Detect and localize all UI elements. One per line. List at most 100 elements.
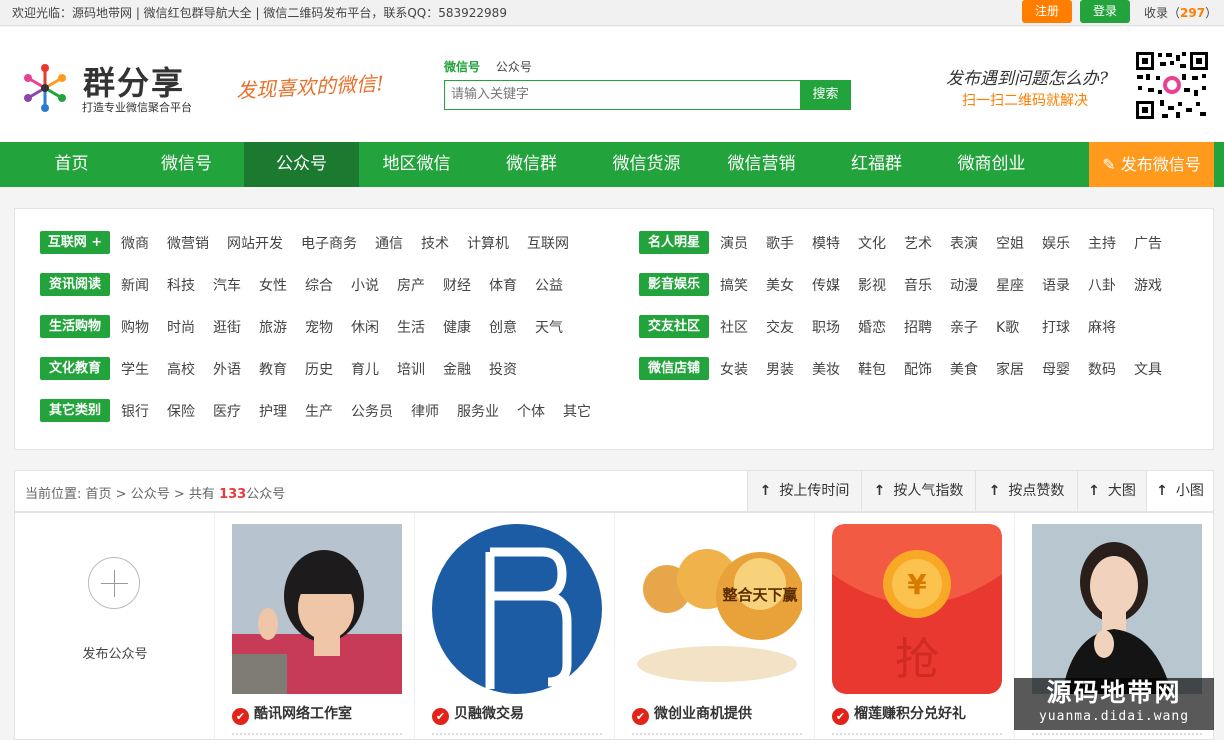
category-keyword[interactable]: 旅游: [259, 317, 287, 337]
category-tag[interactable]: 影音娱乐: [639, 273, 709, 296]
search-button[interactable]: 搜索: [800, 81, 851, 109]
category-keyword[interactable]: 创意: [489, 317, 517, 337]
login-button[interactable]: 登录: [1080, 0, 1130, 23]
nav-weixinhao[interactable]: 微信号: [129, 142, 244, 187]
category-tag[interactable]: 名人明星: [639, 231, 709, 254]
account-card[interactable]: 整合天下赢 ✔ 微创业商机提供: [615, 513, 815, 739]
nav-weixin-supply[interactable]: 微信货源: [589, 142, 704, 187]
view-large[interactable]: ↑ 大图: [1077, 471, 1146, 511]
category-keyword[interactable]: 空姐: [996, 233, 1024, 253]
category-keyword[interactable]: 技术: [421, 233, 449, 253]
nav-region-weixin[interactable]: 地区微信: [359, 142, 474, 187]
category-keyword[interactable]: 文化: [858, 233, 886, 253]
add-account-card[interactable]: 发布公众号: [15, 513, 215, 739]
category-keyword[interactable]: 影视: [858, 275, 886, 295]
category-keyword[interactable]: K歌: [996, 317, 1019, 337]
category-keyword[interactable]: 公务员: [351, 401, 393, 421]
category-tag[interactable]: 互联网 +: [40, 231, 110, 254]
category-keyword[interactable]: 广告: [1134, 233, 1162, 253]
category-keyword[interactable]: 语录: [1042, 275, 1070, 295]
category-keyword[interactable]: 宠物: [305, 317, 333, 337]
category-keyword[interactable]: 表演: [950, 233, 978, 253]
category-keyword[interactable]: 鞋包: [858, 359, 886, 379]
category-keyword[interactable]: 学生: [121, 359, 149, 379]
category-keyword[interactable]: 模特: [812, 233, 840, 253]
category-keyword[interactable]: 金融: [443, 359, 471, 379]
category-keyword[interactable]: 八卦: [1088, 275, 1116, 295]
category-keyword[interactable]: 体育: [489, 275, 517, 295]
category-keyword[interactable]: 公益: [535, 275, 563, 295]
category-keyword[interactable]: 主持: [1088, 233, 1116, 253]
nav-weixin-group[interactable]: 微信群: [474, 142, 589, 187]
category-keyword[interactable]: 培训: [397, 359, 425, 379]
category-keyword[interactable]: 小说: [351, 275, 379, 295]
breadcrumb-section[interactable]: 公众号: [131, 487, 170, 502]
category-keyword[interactable]: 新闻: [121, 275, 149, 295]
category-tag[interactable]: 文化教育: [40, 357, 110, 380]
account-card[interactable]: ¥ 抢 ✔ 榴莲赚积分兑好礼: [815, 513, 1015, 739]
category-keyword[interactable]: 保险: [167, 401, 195, 421]
category-keyword[interactable]: 育儿: [351, 359, 379, 379]
category-keyword[interactable]: 护理: [259, 401, 287, 421]
category-keyword[interactable]: 通信: [375, 233, 403, 253]
category-keyword[interactable]: 休闲: [351, 317, 379, 337]
category-keyword[interactable]: 星座: [996, 275, 1024, 295]
sort-by-upload-time[interactable]: ↑ 按上传时间: [747, 471, 861, 511]
nav-home[interactable]: 首页: [14, 142, 129, 187]
view-small[interactable]: ↑ 小图: [1146, 471, 1213, 511]
category-tag[interactable]: 生活购物: [40, 315, 110, 338]
category-keyword[interactable]: 打球: [1042, 317, 1070, 337]
search-tab-weixinhao[interactable]: 微信号: [444, 60, 480, 74]
category-keyword[interactable]: 美女: [766, 275, 794, 295]
category-keyword[interactable]: 科技: [167, 275, 195, 295]
nav-gongzhonghao[interactable]: 公众号: [244, 142, 359, 187]
category-keyword[interactable]: 购物: [121, 317, 149, 337]
category-tag[interactable]: 交友社区: [639, 315, 709, 338]
category-keyword[interactable]: 高校: [167, 359, 195, 379]
category-keyword[interactable]: 男装: [766, 359, 794, 379]
site-logo[interactable]: 群分享 打造专业微信聚合平台: [18, 62, 203, 114]
category-keyword[interactable]: 游戏: [1134, 275, 1162, 295]
category-keyword[interactable]: 天气: [535, 317, 563, 337]
category-keyword[interactable]: 招聘: [904, 317, 932, 337]
nav-weishang[interactable]: 微商创业: [934, 142, 1049, 187]
account-card[interactable]: ✔ 贝融微交易: [415, 513, 615, 739]
category-keyword[interactable]: 家居: [996, 359, 1024, 379]
category-keyword[interactable]: 音乐: [904, 275, 932, 295]
category-keyword[interactable]: 搞笑: [720, 275, 748, 295]
category-keyword[interactable]: 计算机: [467, 233, 509, 253]
category-keyword[interactable]: 美妆: [812, 359, 840, 379]
category-keyword[interactable]: 网站开发: [227, 233, 283, 253]
nav-hongfu-group[interactable]: 红福群: [819, 142, 934, 187]
category-keyword[interactable]: 时尚: [167, 317, 195, 337]
category-keyword[interactable]: 微商: [121, 233, 149, 253]
category-keyword[interactable]: 电子商务: [301, 233, 357, 253]
category-keyword[interactable]: 生活: [397, 317, 425, 337]
category-keyword[interactable]: 职场: [812, 317, 840, 337]
category-tag[interactable]: 其它类别: [40, 399, 110, 422]
category-keyword[interactable]: 麻将: [1088, 317, 1116, 337]
publish-weixin-button[interactable]: ✎ 发布微信号: [1089, 142, 1214, 187]
category-keyword[interactable]: 文具: [1134, 359, 1162, 379]
category-keyword[interactable]: 动漫: [950, 275, 978, 295]
category-keyword[interactable]: 互联网: [527, 233, 569, 253]
category-keyword[interactable]: 服务业: [457, 401, 499, 421]
category-keyword[interactable]: 微营销: [167, 233, 209, 253]
category-keyword[interactable]: 女性: [259, 275, 287, 295]
sort-by-popularity[interactable]: ↑ 按人气指数: [861, 471, 975, 511]
category-keyword[interactable]: 房产: [397, 275, 425, 295]
category-keyword[interactable]: 其它: [563, 401, 591, 421]
category-keyword[interactable]: 娱乐: [1042, 233, 1070, 253]
nav-weixin-marketing[interactable]: 微信营销: [704, 142, 819, 187]
category-tag[interactable]: 微信店铺: [639, 357, 709, 380]
category-keyword[interactable]: 交友: [766, 317, 794, 337]
category-keyword[interactable]: 汽车: [213, 275, 241, 295]
category-tag[interactable]: 资讯阅读: [40, 273, 110, 296]
category-keyword[interactable]: 逛街: [213, 317, 241, 337]
category-keyword[interactable]: 投资: [489, 359, 517, 379]
breadcrumb-home[interactable]: 首页: [86, 487, 112, 502]
search-tab-gongzhonghao[interactable]: 公众号: [496, 60, 532, 74]
category-keyword[interactable]: 财经: [443, 275, 471, 295]
category-keyword[interactable]: 传媒: [812, 275, 840, 295]
category-keyword[interactable]: 银行: [121, 401, 149, 421]
